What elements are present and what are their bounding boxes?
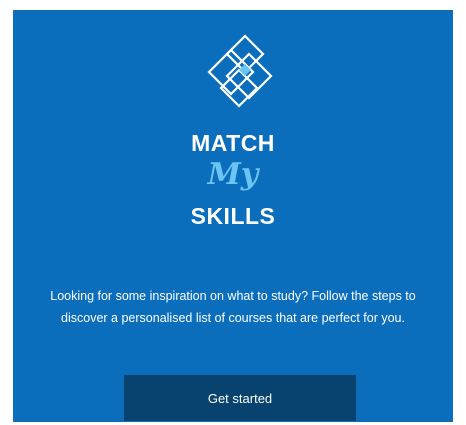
brand-title-skills: SKILLS — [190, 203, 276, 229]
brand-title-my: My — [207, 157, 259, 192]
intro-text: Looking for some inspiration on what to … — [50, 289, 416, 325]
match-my-skills-logo-icon — [207, 34, 273, 108]
logo-diamond-center-fill — [239, 64, 251, 76]
match-my-skills-panel: MATCH My SKILLS Looking for some inspira… — [13, 10, 453, 422]
brand-title-match: MATCH — [191, 130, 275, 156]
get-started-button[interactable]: Get started — [124, 375, 356, 421]
